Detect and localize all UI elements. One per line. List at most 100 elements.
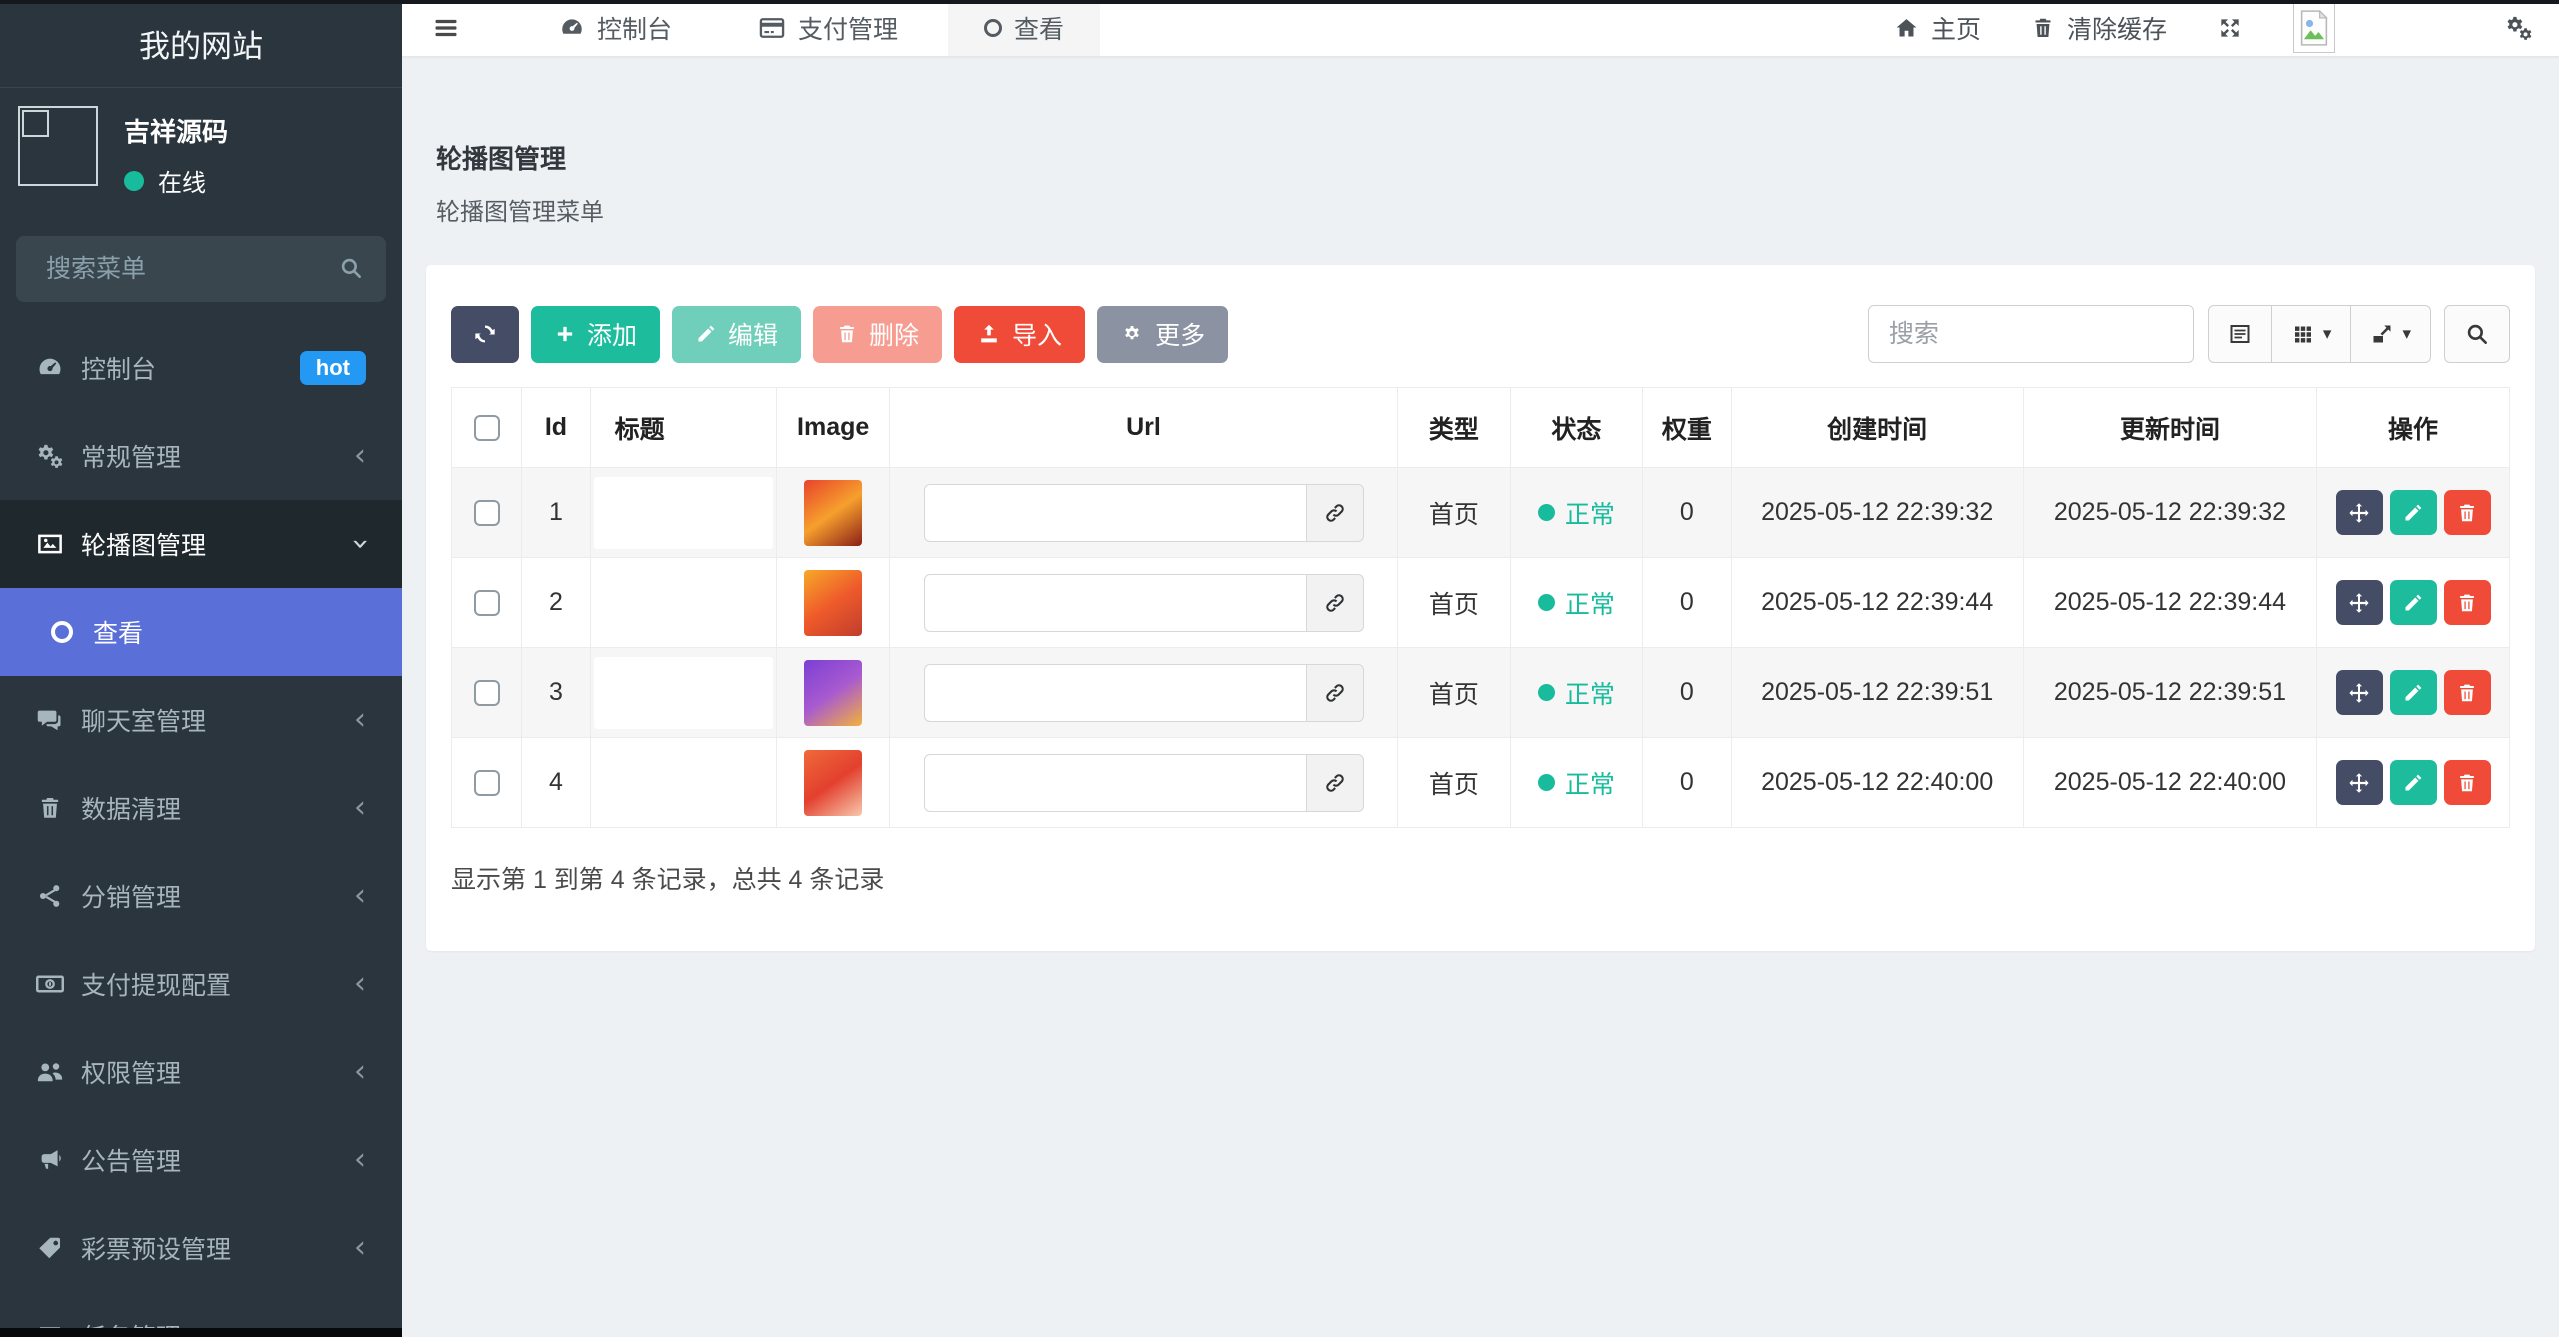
more-button[interactable]: 更多 (1097, 306, 1228, 363)
sidebar-item-lottery-preset[interactable]: 彩票预设管理 ‹ (0, 1204, 402, 1292)
link-addon-button[interactable] (1307, 754, 1364, 812)
user-avatar-broken-image[interactable] (2293, 3, 2335, 53)
edit-button-disabled[interactable]: 编辑 (672, 306, 801, 363)
brand-title[interactable]: 我的网站 (0, 0, 402, 88)
cell-type: 首页 (1398, 738, 1510, 828)
clear-cache-button[interactable]: 清除缓存 (2031, 10, 2167, 46)
title-editable-field[interactable] (594, 657, 774, 729)
arrows-move-icon (2347, 681, 2371, 705)
row-edit-button[interactable] (2390, 580, 2437, 625)
caret-down-icon: ▾ (2323, 324, 2332, 344)
table-search-input[interactable] (1868, 305, 2194, 363)
banner-thumbnail[interactable] (804, 570, 862, 636)
column-header-weight[interactable]: 权重 (1643, 388, 1731, 468)
row-checkbox[interactable] (474, 770, 500, 796)
banner-thumbnail[interactable] (804, 480, 862, 546)
export-dropdown-button[interactable]: ▾ (2351, 305, 2431, 363)
settings-gears-icon[interactable] (2505, 14, 2533, 42)
columns-dropdown-button[interactable]: ▾ (2272, 305, 2352, 363)
cell-weight[interactable]: 0 (1643, 738, 1731, 828)
row-edit-button[interactable] (2390, 760, 2437, 805)
select-all-checkbox[interactable] (474, 415, 500, 441)
row-delete-button[interactable] (2444, 580, 2491, 625)
column-header-title[interactable]: 标题 (590, 388, 777, 468)
link-addon-button[interactable] (1307, 574, 1364, 632)
column-header-status[interactable]: 状态 (1510, 388, 1643, 468)
page-content: 轮播图管理 轮播图管理菜单 添加 编辑 (402, 57, 2559, 1337)
refresh-button[interactable] (451, 306, 519, 363)
title-editable-field[interactable] (594, 747, 774, 819)
sidebar-item-payment-config[interactable]: 支付提现配置 ‹ (0, 940, 402, 1028)
sidebar-item-view[interactable]: 查看 (0, 588, 402, 676)
fullscreen-button[interactable] (2217, 15, 2243, 41)
sidebar-item-dashboard[interactable]: 控制台 hot (0, 324, 402, 412)
image-icon (33, 529, 67, 559)
url-input[interactable] (924, 484, 1307, 542)
url-input[interactable] (924, 754, 1307, 812)
import-button[interactable]: 导入 (954, 306, 1085, 363)
banner-thumbnail[interactable] (804, 660, 862, 726)
expand-icon (2217, 15, 2243, 41)
row-delete-button[interactable] (2444, 490, 2491, 535)
pencil-icon (2402, 502, 2424, 524)
user-status-label: 在线 (158, 163, 206, 198)
search-icon[interactable] (338, 255, 364, 281)
cell-weight[interactable]: 0 (1643, 558, 1731, 648)
pencil-icon (2402, 772, 2424, 794)
sidebar-item-announcements[interactable]: 公告管理 ‹ (0, 1116, 402, 1204)
drag-move-button[interactable] (2336, 670, 2383, 715)
user-avatar-broken-image (18, 106, 98, 186)
sidebar-item-distribution[interactable]: 分销管理 ‹ (0, 852, 402, 940)
row-edit-button[interactable] (2390, 490, 2437, 535)
sidebar-toggle-button[interactable] (402, 0, 490, 56)
cell-weight[interactable]: 0 (1643, 648, 1731, 738)
title-editable-field[interactable] (594, 477, 774, 549)
column-header-created[interactable]: 创建时间 (1731, 388, 2023, 468)
drag-move-button[interactable] (2336, 760, 2383, 805)
cell-id: 3 (522, 648, 590, 738)
column-header-updated[interactable]: 更新时间 (2023, 388, 2316, 468)
add-button[interactable]: 添加 (531, 306, 660, 363)
status-dot (1538, 504, 1555, 521)
sidebar-item-carousel[interactable]: 轮播图管理 ‹ (0, 500, 402, 588)
sidebar-item-chatroom[interactable]: 聊天室管理 ‹ (0, 676, 402, 764)
home-button[interactable]: 主页 (1894, 10, 1981, 46)
column-header-image[interactable]: Image (777, 388, 889, 468)
detail-view-button[interactable] (2208, 305, 2272, 363)
sidebar-search-input[interactable] (16, 236, 386, 302)
row-delete-button[interactable] (2444, 670, 2491, 715)
table-header-row: Id 标题 Image Url 类型 状态 权重 创建时间 更新时间 操作 (452, 388, 2510, 468)
sidebar-item-label: 分销管理 (81, 878, 354, 914)
title-editable-field[interactable] (594, 567, 774, 639)
column-header-id[interactable]: Id (522, 388, 590, 468)
row-delete-button[interactable] (2444, 760, 2491, 805)
drag-move-button[interactable] (2336, 490, 2383, 535)
column-header-type[interactable]: 类型 (1398, 388, 1510, 468)
chevron-left-icon: ‹ (354, 1145, 366, 1175)
column-header-url[interactable]: Url (889, 388, 1397, 468)
row-checkbox[interactable] (474, 680, 500, 706)
tab-payment[interactable]: 支付管理 (722, 0, 934, 56)
tab-label: 支付管理 (798, 10, 898, 46)
column-header-actions: 操作 (2317, 388, 2510, 468)
tab-dashboard[interactable]: 控制台 (523, 0, 708, 56)
url-input[interactable] (924, 574, 1307, 632)
url-input[interactable] (924, 664, 1307, 722)
search-submit-button[interactable] (2444, 305, 2510, 363)
delete-button-disabled[interactable]: 删除 (813, 306, 942, 363)
banner-thumbnail[interactable] (804, 750, 862, 816)
online-status-dot (124, 171, 144, 191)
link-addon-button[interactable] (1307, 664, 1364, 722)
row-checkbox[interactable] (474, 500, 500, 526)
sidebar-item-permissions[interactable]: 权限管理 ‹ (0, 1028, 402, 1116)
cell-updated: 2025-05-12 22:39:51 (2023, 648, 2316, 738)
link-addon-button[interactable] (1307, 484, 1364, 542)
row-edit-button[interactable] (2390, 670, 2437, 715)
arrows-move-icon (2347, 591, 2371, 615)
drag-move-button[interactable] (2336, 580, 2383, 625)
cell-weight[interactable]: 0 (1643, 468, 1731, 558)
tab-view[interactable]: 查看 (948, 0, 1100, 56)
sidebar-item-general[interactable]: 常规管理 ‹ (0, 412, 402, 500)
row-checkbox[interactable] (474, 590, 500, 616)
sidebar-item-data-clean[interactable]: 数据清理 ‹ (0, 764, 402, 852)
